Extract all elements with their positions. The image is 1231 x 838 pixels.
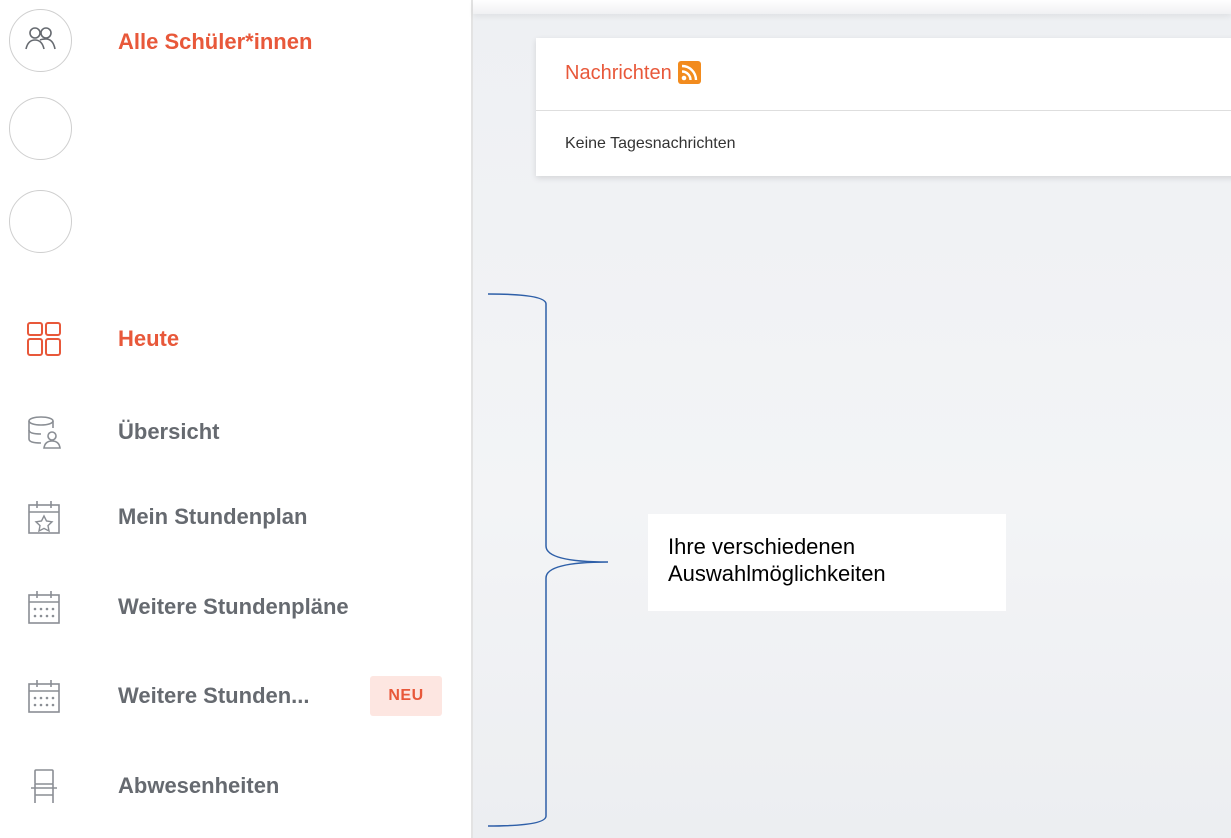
top-bar-shadow bbox=[473, 0, 1231, 14]
student-avatar[interactable] bbox=[9, 190, 72, 253]
nav-item-uebersicht[interactable]: Übersicht bbox=[0, 391, 470, 471]
sidebar: Alle Schüler*innen Heute Übersicht Mein … bbox=[0, 0, 472, 838]
annotation-text: Ihre verschiedenen Auswahlmöglichkeiten bbox=[668, 534, 886, 586]
all-students-link[interactable]: Alle Schüler*innen bbox=[118, 29, 312, 55]
calendar-star-icon bbox=[28, 501, 60, 534]
calendar-grid-icon bbox=[28, 680, 60, 713]
all-students-avatar[interactable] bbox=[9, 9, 72, 72]
calendar-grid-icon bbox=[28, 591, 60, 624]
dashboard-icon bbox=[27, 322, 61, 356]
nav-label: Heute bbox=[118, 326, 180, 351]
news-card: Nachrichten Keine Tagesnachrichten bbox=[536, 38, 1231, 176]
nav-item-abwesenheiten[interactable]: Abwesenheiten bbox=[0, 745, 470, 825]
news-empty-text: Keine Tagesnachrichten bbox=[565, 135, 736, 152]
nav-label: Weitere Stunden... bbox=[118, 683, 310, 708]
nav-label: Abwesenheiten bbox=[118, 773, 280, 798]
curly-brace-annotation bbox=[487, 293, 609, 827]
overview-icon bbox=[28, 416, 61, 449]
nav-item-weitere-stunden-neu[interactable]: Weitere Stunden... NEU bbox=[0, 655, 470, 735]
new-badge: NEU bbox=[370, 676, 442, 716]
annotation-box: Ihre verschiedenen Auswahlmöglichkeiten bbox=[648, 514, 1006, 611]
nav-item-heute[interactable]: Heute bbox=[0, 298, 470, 378]
chair-icon bbox=[31, 769, 57, 803]
news-header: Nachrichten bbox=[536, 38, 1231, 111]
rss-icon[interactable] bbox=[678, 61, 701, 84]
student-avatar[interactable] bbox=[9, 97, 72, 160]
group-icon bbox=[25, 27, 56, 50]
nav-label: Weitere Stundenpläne bbox=[118, 594, 349, 619]
nav-item-mein-stundenplan[interactable]: Mein Stundenplan bbox=[0, 476, 470, 556]
nav-label: Übersicht bbox=[118, 419, 220, 444]
nav-label: Mein Stundenplan bbox=[118, 504, 308, 529]
news-title[interactable]: Nachrichten bbox=[565, 62, 672, 85]
nav-item-weitere-stundenplaene[interactable]: Weitere Stundenpläne bbox=[0, 566, 470, 646]
